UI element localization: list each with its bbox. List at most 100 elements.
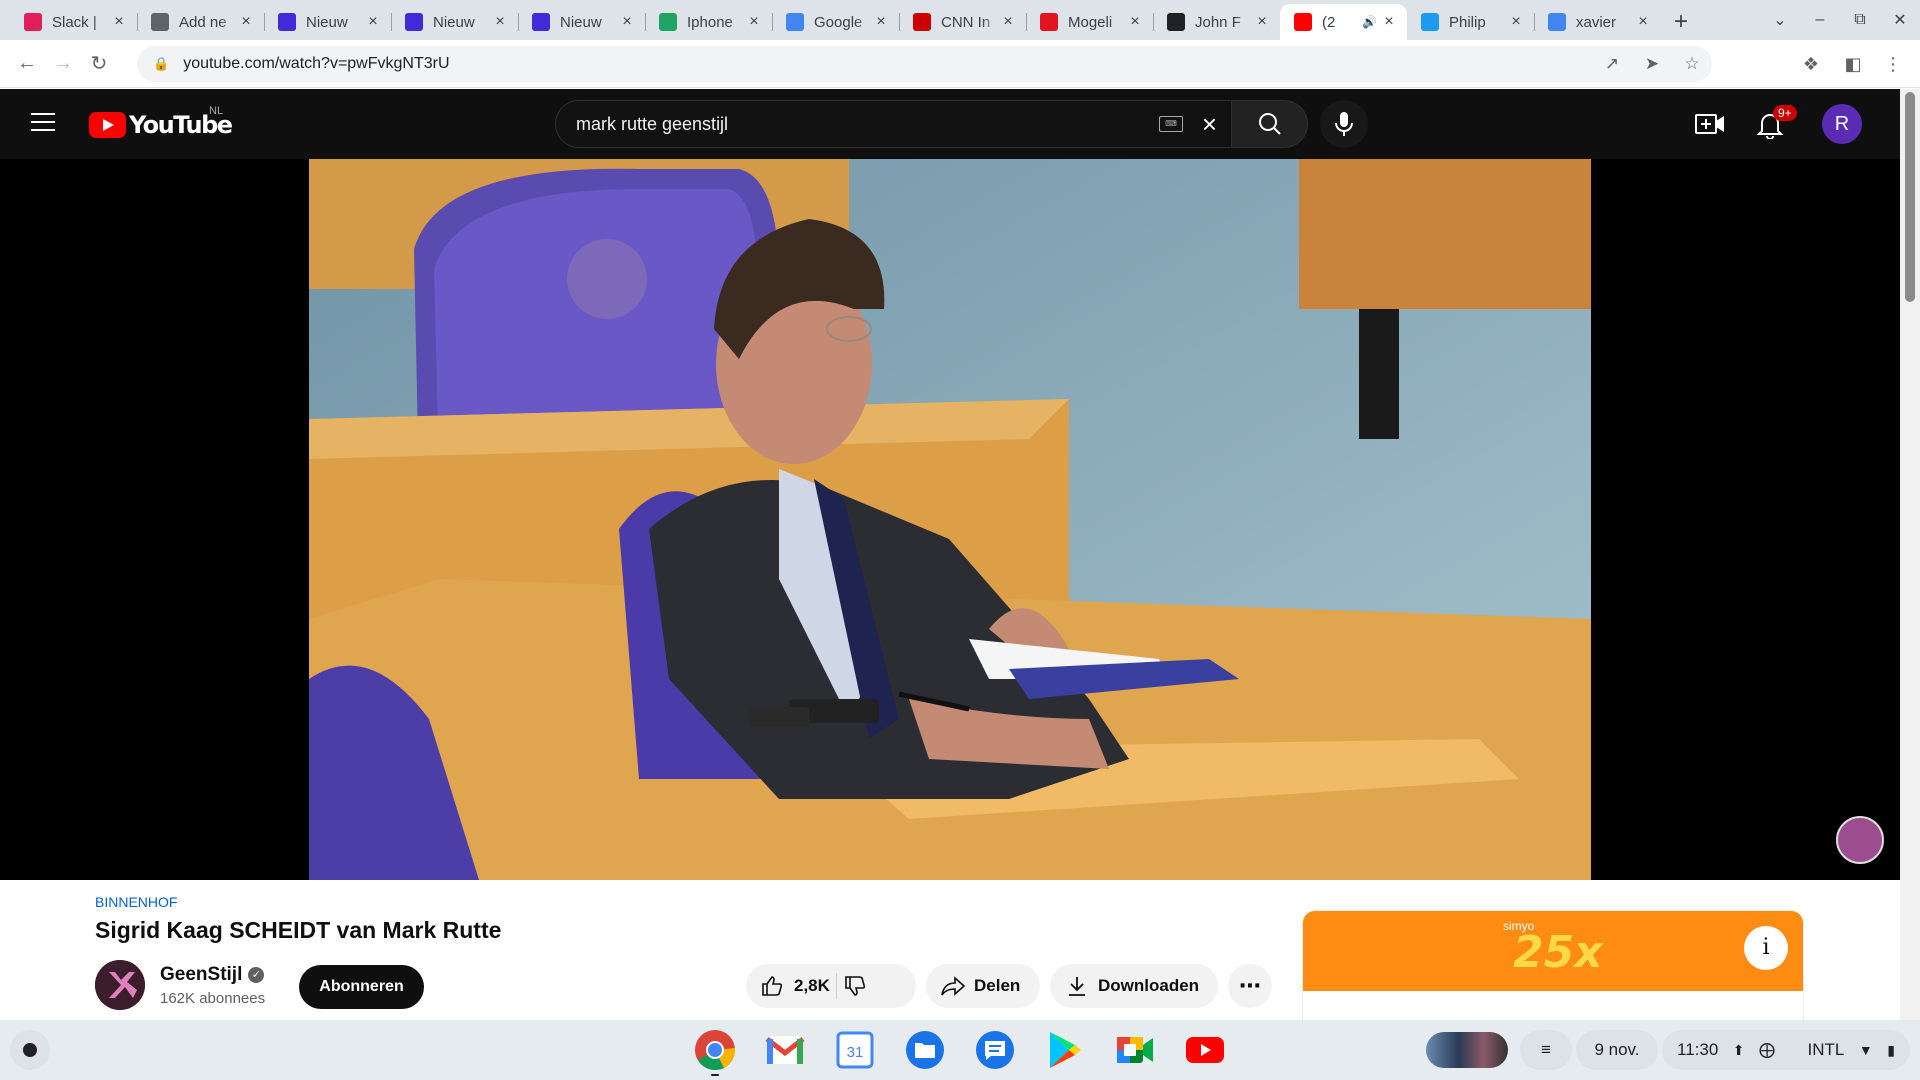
forward-button[interactable]: →: [45, 46, 81, 82]
close-window-icon[interactable]: ✕: [1880, 10, 1920, 30]
share-icon[interactable]: ➤: [1632, 54, 1672, 74]
minimize-icon[interactable]: –: [1800, 11, 1840, 29]
close-tab-icon[interactable]: ×: [1000, 14, 1016, 30]
browser-tab[interactable]: Add ne ×: [137, 4, 264, 40]
files-app[interactable]: [900, 1026, 950, 1074]
address-bar[interactable]: 🔒 youtube.com/watch?v=pwFvkgNT3rU ↗ ➤ ☆: [137, 46, 1712, 82]
messages-app[interactable]: [970, 1026, 1020, 1074]
browser-tab[interactable]: Philip ×: [1407, 4, 1534, 40]
browser-tab[interactable]: Google ×: [772, 4, 899, 40]
browser-tab[interactable]: Slack | ×: [10, 4, 137, 40]
tab-title: Slack |: [52, 13, 97, 31]
close-tab-icon[interactable]: ×: [1254, 14, 1270, 30]
close-tab-icon[interactable]: ×: [1127, 14, 1143, 30]
hashtag-link[interactable]: BINNENHOF: [95, 894, 177, 910]
download-button[interactable]: Downloaden: [1050, 964, 1218, 1008]
gmail-app[interactable]: [760, 1026, 810, 1074]
share-button[interactable]: Delen: [926, 964, 1040, 1008]
holding-space-thumbnails[interactable]: [1426, 1032, 1508, 1068]
channel-avatar[interactable]: [95, 960, 145, 1010]
cnn-icon: [913, 13, 931, 31]
channel-watermark[interactable]: [1836, 816, 1884, 864]
close-tab-icon[interactable]: ×: [1381, 14, 1397, 30]
youtube-app[interactable]: [1180, 1026, 1230, 1074]
close-tab-icon[interactable]: ×: [873, 14, 889, 30]
channel-name-row[interactable]: GeenStijl ✓: [160, 964, 265, 986]
account-avatar[interactable]: R: [1822, 104, 1862, 144]
create-video-icon[interactable]: [1695, 111, 1725, 137]
meet-icon: [1117, 1037, 1153, 1063]
close-tab-icon[interactable]: ×: [1508, 14, 1524, 30]
tab-title: Nieuw: [433, 13, 475, 31]
voice-search-button[interactable]: [1320, 100, 1368, 148]
new-tab-button[interactable]: +: [1661, 4, 1701, 40]
slack-icon: [24, 13, 42, 31]
extensions-icon[interactable]: ❖: [1793, 46, 1829, 82]
date-tray[interactable]: 9 nov.: [1576, 1030, 1658, 1070]
bookmark-star-icon[interactable]: ☆: [1672, 54, 1712, 74]
lock-icon[interactable]: 🔒: [153, 56, 169, 72]
ad-image: simyo 25x i: [1303, 911, 1803, 991]
os-shelf: 31 ≡ 9 nov. 11:30 ⬆ ⨁ INTL ▼ ▮: [0, 1020, 1920, 1080]
close-tab-icon[interactable]: ×: [492, 14, 508, 30]
close-tab-icon[interactable]: ×: [365, 14, 381, 30]
close-tab-icon[interactable]: ×: [1635, 14, 1651, 30]
spreadsheet-icon: [659, 13, 677, 31]
tab-title: Mogeli: [1068, 13, 1113, 31]
close-tab-icon[interactable]: ×: [619, 14, 635, 30]
clear-search-icon[interactable]: ×: [1202, 109, 1217, 139]
meet-app[interactable]: [1110, 1026, 1160, 1074]
video-frame[interactable]: [309, 159, 1591, 880]
side-panel-icon[interactable]: ◧: [1835, 46, 1871, 82]
youtube-logo[interactable]: YouTube NL: [89, 105, 233, 139]
search-button[interactable]: [1232, 100, 1308, 148]
play-store-app[interactable]: [1040, 1026, 1090, 1074]
video-player[interactable]: [0, 159, 1900, 880]
search-query-text: mark rutte geenstijl: [576, 113, 729, 134]
microphone-icon: [1335, 112, 1353, 136]
browser-tab[interactable]: John F ×: [1153, 4, 1280, 40]
chrome-app[interactable]: [690, 1026, 740, 1076]
dislike-button[interactable]: [843, 964, 867, 1008]
browser-tab[interactable]: CNN In ×: [899, 4, 1026, 40]
reload-button[interactable]: ↻: [81, 46, 117, 82]
share-arrow-icon: [941, 976, 966, 996]
tab-search-icon[interactable]: ⌄: [1760, 10, 1800, 30]
scrollbar-thumb[interactable]: [1905, 92, 1915, 302]
restore-icon[interactable]: ⧉: [1840, 11, 1880, 29]
like-button[interactable]: 2,8K: [746, 964, 830, 1008]
n-icon: [532, 13, 550, 31]
tote-button[interactable]: ≡: [1520, 1030, 1572, 1070]
guide-menu-icon[interactable]: [31, 113, 55, 131]
docs-icon: [786, 13, 804, 31]
calendar-icon: 31: [836, 1031, 874, 1069]
browser-tab[interactable]: Nieuw ×: [518, 4, 645, 40]
google-icon: [1548, 13, 1566, 31]
more-actions-button[interactable]: ⋯: [1228, 964, 1272, 1008]
ad-info-icon[interactable]: i: [1744, 926, 1788, 970]
browser-tab[interactable]: Nieuw ×: [264, 4, 391, 40]
ad-banner[interactable]: simyo 25x i: [1303, 911, 1803, 1021]
video-still-image: [309, 159, 1591, 880]
open-in-app-icon[interactable]: ↗: [1592, 54, 1632, 74]
browser-tab[interactable]: Iphone ×: [645, 4, 772, 40]
channel-name[interactable]: GeenStijl: [160, 964, 242, 986]
subscribe-button[interactable]: Abonneren: [299, 965, 424, 1009]
close-tab-icon[interactable]: ×: [238, 14, 254, 30]
launcher-button[interactable]: [10, 1030, 50, 1070]
browser-tab[interactable]: Mogeli ×: [1026, 4, 1153, 40]
calendar-app[interactable]: 31: [830, 1026, 880, 1074]
browser-tab[interactable]: Nieuw ×: [391, 4, 518, 40]
close-tab-icon[interactable]: ×: [111, 14, 127, 30]
youtube-icon: [1294, 13, 1312, 31]
browser-tab[interactable]: xavier ×: [1534, 4, 1661, 40]
close-tab-icon[interactable]: ×: [746, 14, 762, 30]
back-button[interactable]: ←: [9, 46, 45, 82]
audio-playing-icon[interactable]: 🔊: [1362, 15, 1377, 29]
keyboard-icon[interactable]: ⌨: [1159, 116, 1183, 132]
page-scrollbar[interactable]: [1900, 89, 1920, 1020]
menu-kebab-icon[interactable]: ⋮: [1875, 46, 1911, 82]
status-tray[interactable]: 11:30 ⬆ ⨁ INTL ▼ ▮: [1662, 1030, 1910, 1070]
browser-tab[interactable]: (2 🔊 ×: [1280, 4, 1407, 40]
search-input[interactable]: mark rutte geenstijl ⌨ ×: [555, 100, 1232, 148]
